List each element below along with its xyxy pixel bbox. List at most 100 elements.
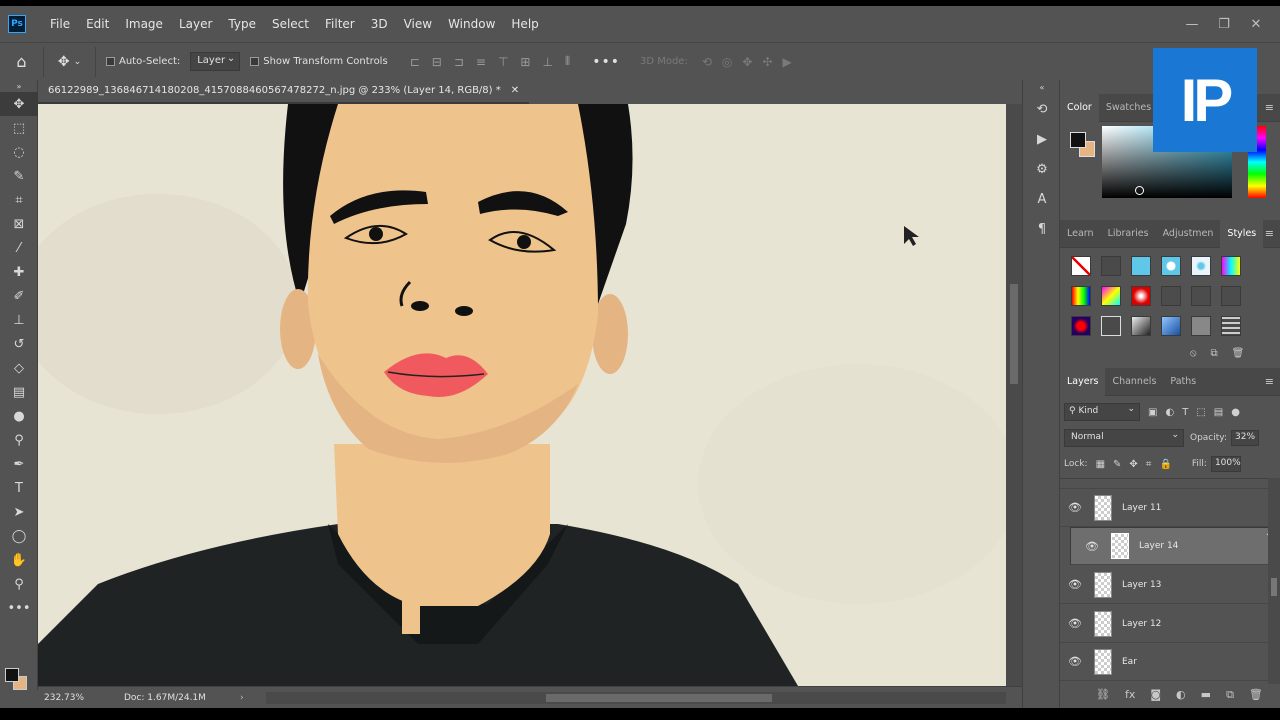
- filter-pixel-icon[interactable]: ▣: [1148, 407, 1157, 418]
- align-center-h-icon[interactable]: ⊟: [432, 55, 442, 69]
- panel-menu-icon[interactable]: ≡: [1265, 220, 1274, 248]
- menu-filter[interactable]: Filter: [317, 6, 363, 42]
- tab-layers[interactable]: Layers: [1060, 367, 1106, 396]
- menu-help[interactable]: Help: [503, 6, 546, 42]
- tab-paths[interactable]: Paths: [1163, 368, 1203, 396]
- panel-menu-icon[interactable]: ≡: [1265, 368, 1274, 396]
- actions-panel-icon[interactable]: ▶: [1023, 124, 1061, 154]
- style-swatch[interactable]: [1161, 286, 1181, 306]
- distribute-h-icon[interactable]: ≡: [476, 55, 486, 69]
- style-swatch[interactable]: [1191, 256, 1211, 276]
- table-row[interactable]: [1060, 479, 1268, 489]
- checkbox-box[interactable]: [106, 57, 115, 66]
- tab-color[interactable]: Color: [1060, 93, 1099, 122]
- style-swatch[interactable]: [1071, 286, 1091, 306]
- lock-transparent-icon[interactable]: ▦: [1096, 459, 1105, 470]
- lasso-tool-icon[interactable]: ◌: [0, 140, 38, 164]
- adjustment-layer-icon[interactable]: ◐: [1176, 688, 1186, 702]
- show-transform-checkbox[interactable]: Show Transform Controls: [250, 56, 388, 67]
- move-tool-icon[interactable]: ✥: [0, 92, 38, 116]
- menu-3d[interactable]: 3D: [363, 6, 396, 42]
- canvas-vertical-scrollbar[interactable]: [1006, 104, 1022, 686]
- distribute-v-icon[interactable]: ⦀: [565, 54, 570, 69]
- history-brush-tool-icon[interactable]: ↺: [0, 332, 38, 356]
- layer-name[interactable]: Layer 13: [1122, 580, 1161, 590]
- visibility-eye-icon[interactable]: 👁: [1077, 540, 1107, 553]
- panel-menu-icon[interactable]: ≡: [1265, 94, 1274, 122]
- layer-name[interactable]: Layer 11: [1122, 503, 1161, 513]
- style-swatch-none[interactable]: [1071, 256, 1091, 276]
- scroll-thumb[interactable]: [1271, 578, 1277, 596]
- opacity-field[interactable]: 32%: [1231, 430, 1259, 446]
- eraser-tool-icon[interactable]: ◇: [0, 356, 38, 380]
- 3d-pan-icon[interactable]: ✥: [742, 55, 752, 69]
- style-swatch[interactable]: [1101, 286, 1121, 306]
- collapse-icon[interactable]: «: [1023, 80, 1061, 94]
- brush-tool-icon[interactable]: ✐: [0, 284, 38, 308]
- status-menu-arrow-icon[interactable]: ›: [240, 693, 244, 703]
- layer-row[interactable]: 👁 Layer 13: [1060, 566, 1268, 604]
- dodge-tool-icon[interactable]: ⚲: [0, 428, 38, 452]
- delete-style-icon[interactable]: 🗑: [1232, 348, 1245, 359]
- align-bottom-icon[interactable]: ⊥: [542, 55, 552, 69]
- lock-artboard-icon[interactable]: ⌗: [1146, 459, 1152, 470]
- quick-select-tool-icon[interactable]: ✎: [0, 164, 38, 188]
- link-layers-icon[interactable]: ⛓: [1096, 688, 1110, 702]
- lock-image-icon[interactable]: ✎: [1113, 459, 1121, 470]
- paragraph-panel-icon[interactable]: ¶: [1023, 214, 1061, 244]
- menu-view[interactable]: View: [396, 6, 440, 42]
- filter-smart-object-icon[interactable]: ▤: [1214, 407, 1223, 418]
- style-swatch[interactable]: [1131, 286, 1151, 306]
- style-swatch[interactable]: [1161, 256, 1181, 276]
- path-select-tool-icon[interactable]: ➤: [0, 500, 38, 524]
- more-options-icon[interactable]: •••: [592, 54, 620, 70]
- healing-brush-tool-icon[interactable]: ✚: [0, 260, 38, 284]
- blur-tool-icon[interactable]: ●: [0, 404, 38, 428]
- blend-mode-dropdown[interactable]: Normal: [1064, 429, 1184, 447]
- checkbox-box[interactable]: [250, 57, 260, 66]
- tab-swatches[interactable]: Swatches: [1099, 94, 1158, 122]
- frame-tool-icon[interactable]: ⊠: [0, 212, 38, 236]
- foreground-color-swatch[interactable]: [1070, 132, 1086, 148]
- character-panel-icon[interactable]: A: [1023, 184, 1061, 214]
- scroll-thumb[interactable]: [1010, 284, 1018, 384]
- layer-row[interactable]: 👁 Layer 12: [1060, 605, 1268, 643]
- align-middle-v-icon[interactable]: ⊞: [520, 55, 530, 69]
- eyedropper-tool-icon[interactable]: ⁄: [0, 236, 38, 260]
- layer-name[interactable]: Ear: [1122, 657, 1137, 667]
- crop-tool-icon[interactable]: ⌗: [0, 188, 38, 212]
- 3d-camera-icon[interactable]: ▶: [783, 55, 792, 69]
- style-swatch[interactable]: [1101, 316, 1121, 336]
- layer-row[interactable]: 👁 Layer 11: [1060, 489, 1268, 527]
- 3d-roll-icon[interactable]: ◎: [722, 55, 732, 69]
- menu-select[interactable]: Select: [264, 6, 317, 42]
- history-panel-icon[interactable]: ⟲: [1023, 94, 1061, 124]
- stamp-tool-icon[interactable]: ⊥: [0, 308, 38, 332]
- align-right-icon[interactable]: ⊐: [454, 55, 464, 69]
- auto-select-dropdown[interactable]: Layer: [190, 52, 241, 71]
- color-picker-cursor[interactable]: [1135, 186, 1144, 195]
- clear-style-icon[interactable]: ⦸: [1190, 348, 1197, 359]
- style-swatch[interactable]: [1161, 316, 1181, 336]
- zoom-tool-icon[interactable]: ⚲: [0, 572, 38, 596]
- hand-tool-icon[interactable]: ✋: [0, 548, 38, 572]
- menu-layer[interactable]: Layer: [171, 6, 220, 42]
- layer-row[interactable]: 👁 Ear: [1060, 643, 1268, 681]
- style-swatch[interactable]: [1131, 256, 1151, 276]
- visibility-eye-icon[interactable]: 👁: [1060, 501, 1090, 514]
- filter-type-icon[interactable]: T: [1182, 407, 1188, 418]
- properties-panel-icon[interactable]: ⚙: [1023, 154, 1061, 184]
- fill-field[interactable]: 100%: [1210, 456, 1241, 472]
- tab-libraries[interactable]: Libraries: [1101, 220, 1156, 248]
- marquee-tool-icon[interactable]: ⬚: [0, 116, 38, 140]
- ellipse-tool-icon[interactable]: ◯: [0, 524, 38, 548]
- 3d-slide-icon[interactable]: ✣: [762, 55, 772, 69]
- canvas[interactable]: [38, 104, 1006, 686]
- align-left-icon[interactable]: ⊏: [410, 55, 420, 69]
- style-swatch[interactable]: [1131, 316, 1151, 336]
- style-swatch[interactable]: [1191, 286, 1211, 306]
- layer-name[interactable]: Layer 14: [1139, 541, 1178, 551]
- style-swatch[interactable]: [1221, 316, 1241, 336]
- new-group-icon[interactable]: ▬: [1201, 688, 1211, 702]
- menu-edit[interactable]: Edit: [78, 6, 117, 42]
